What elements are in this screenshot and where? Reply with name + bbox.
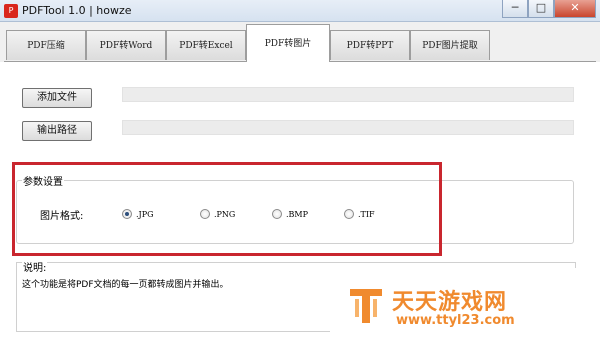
add-file-button[interactable]: 添加文件 <box>22 88 92 108</box>
close-button[interactable]: ✕ <box>554 0 596 18</box>
maximize-button[interactable]: □ <box>528 0 554 18</box>
title-bar: P PDFTool 1.0 | howze ─ □ ✕ <box>0 0 600 22</box>
tab-pdf-to-word[interactable]: PDF转Word <box>86 30 166 60</box>
tab-pdf-to-image[interactable]: PDF转图片 <box>246 24 330 62</box>
tower-logo-icon <box>350 289 382 323</box>
watermark-url: www.ttyl23.com <box>396 313 515 328</box>
pdf-app-icon: P <box>4 4 18 18</box>
output-path-field[interactable] <box>122 120 574 135</box>
tab-strip: PDF压缩 PDF转Word PDF转Excel PDF转图片 PDF转PPT … <box>0 22 600 62</box>
tab-pdf-compress[interactable]: PDF压缩 <box>6 30 86 60</box>
file-list-field[interactable] <box>122 87 574 102</box>
window-title: PDFTool 1.0 | howze <box>22 4 132 17</box>
description-text: 这个功能是将PDF文档的每一页都转成图片并输出。 <box>22 280 229 290</box>
tab-pdf-to-ppt[interactable]: PDF转PPT <box>330 30 410 60</box>
tab-pdf-to-excel[interactable]: PDF转Excel <box>166 30 246 60</box>
output-path-button[interactable]: 输出路径 <box>22 121 92 141</box>
minimize-button[interactable]: ─ <box>502 0 528 18</box>
tab-pdf-image-extract[interactable]: PDF图片提取 <box>410 30 490 60</box>
window-controls: ─ □ ✕ <box>502 0 596 18</box>
description-title: 说明: <box>22 259 48 274</box>
watermark-brand: 天天游戏网 <box>392 290 508 315</box>
highlight-box <box>12 162 442 256</box>
